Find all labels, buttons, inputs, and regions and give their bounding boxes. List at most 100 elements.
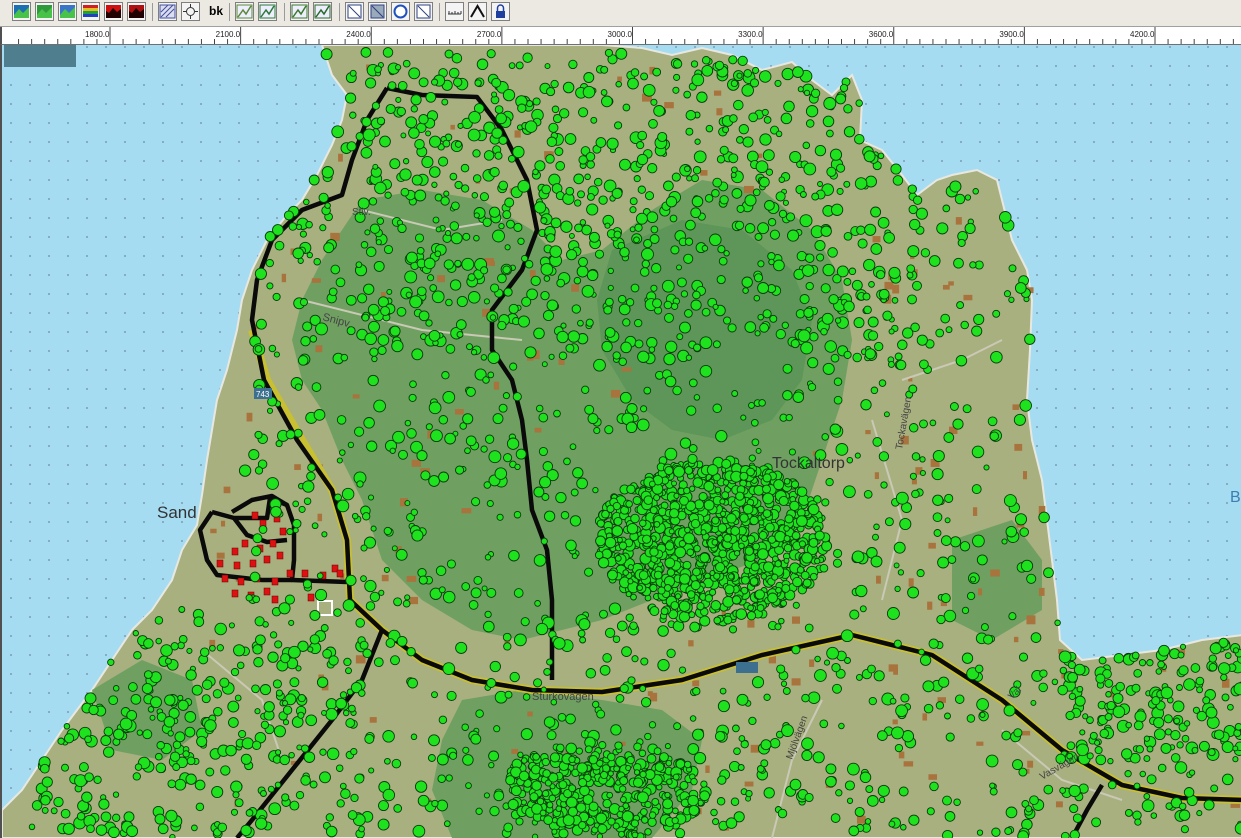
tree-marker [577, 319, 584, 327]
layer-landscape-icon[interactable] [12, 2, 31, 21]
tree-marker [762, 492, 774, 505]
tree-marker [468, 600, 479, 610]
tree-marker [245, 809, 254, 817]
frame-icon[interactable] [345, 2, 364, 21]
map-view[interactable]: Sand Tockaltorp Sturkovägen Snipv. Stiv.… [0, 45, 1241, 838]
tree-marker [976, 829, 984, 836]
tree-marker [757, 222, 770, 235]
sun-icon[interactable] [181, 2, 200, 21]
tree-marker [820, 327, 828, 336]
tree-marker [783, 100, 795, 113]
tree-marker [746, 150, 759, 163]
lock-icon[interactable] [491, 2, 510, 21]
tree-marker [268, 344, 277, 353]
fill-frame-icon[interactable] [368, 2, 387, 21]
tree-marker [1208, 654, 1217, 663]
tree-marker [696, 91, 708, 103]
tree-marker [719, 687, 727, 695]
tree-marker [431, 691, 438, 699]
diagonal-edit-icon[interactable] [313, 2, 332, 21]
tree-marker [758, 399, 766, 407]
tree-marker [653, 105, 665, 117]
circle-select-icon[interactable] [391, 2, 410, 21]
tree-marker [467, 291, 481, 304]
tree-marker [700, 780, 708, 788]
tree-marker [462, 413, 474, 425]
tree-marker [683, 486, 691, 495]
tree-marker [1146, 745, 1154, 753]
tree-marker [93, 775, 102, 784]
tree-marker [864, 818, 872, 825]
layer-hills-icon[interactable] [58, 2, 77, 21]
tree-marker [479, 192, 489, 202]
building [1014, 443, 1023, 451]
building [527, 711, 533, 717]
tree-marker [632, 496, 642, 505]
tree-marker [234, 694, 242, 702]
tree-marker [601, 340, 613, 353]
dot-grid-icon[interactable] [414, 2, 433, 21]
tree-marker [154, 752, 163, 761]
tree-marker [408, 127, 420, 139]
fire-red-icon[interactable] [104, 2, 123, 21]
tree-marker [754, 589, 765, 600]
toolbar-button-bk-text[interactable]: bk [204, 2, 228, 21]
tree-marker [299, 230, 307, 238]
tree-marker [1213, 729, 1225, 740]
building [791, 616, 800, 624]
tree-marker [972, 534, 985, 548]
color-ramp-icon[interactable] [81, 2, 100, 21]
tree-marker [823, 659, 831, 666]
tree-marker [932, 512, 943, 523]
tree-marker [733, 747, 741, 756]
tree-marker [399, 168, 412, 181]
tree-marker [646, 211, 659, 224]
tree-marker [493, 725, 501, 733]
layer-terrain-icon[interactable] [35, 2, 54, 21]
tree-marker [751, 676, 765, 689]
tree-marker [172, 763, 181, 772]
image-layer-icon[interactable] [258, 2, 277, 21]
tree-marker [217, 822, 228, 833]
tree-marker [488, 750, 500, 762]
tree-marker [576, 477, 588, 490]
tree-marker [612, 635, 621, 643]
tree-marker [319, 748, 327, 756]
tree-marker [163, 716, 176, 728]
tree-marker [699, 336, 713, 350]
tree-marker [712, 340, 721, 349]
tree-marker [787, 229, 800, 242]
fire-dark-icon[interactable] [127, 2, 146, 21]
tree-marker [57, 737, 65, 745]
tree-marker [639, 267, 650, 277]
tree-marker [673, 73, 681, 81]
tree-marker [783, 543, 793, 553]
tree-marker [969, 576, 977, 583]
building [220, 520, 226, 527]
tree-marker [558, 351, 568, 361]
tree-marker [350, 793, 359, 803]
ruler-icon[interactable] [445, 2, 464, 21]
tree-marker [829, 423, 841, 435]
tree-marker [293, 428, 303, 438]
tree-marker [678, 666, 687, 674]
hatch-pattern-icon[interactable] [158, 2, 177, 21]
tree-marker [942, 829, 954, 838]
tree-marker [740, 575, 750, 585]
chart-icon[interactable] [290, 2, 309, 21]
tree-marker [747, 604, 754, 612]
tree-marker [733, 99, 744, 111]
angle-icon[interactable] [468, 2, 487, 21]
tree-marker [923, 703, 934, 714]
tree-marker [532, 752, 540, 761]
tree-marker [365, 601, 376, 611]
tree-marker [524, 346, 537, 359]
tree-marker [1001, 538, 1008, 545]
select-region-icon[interactable] [235, 2, 254, 21]
tree-marker [1004, 827, 1013, 836]
tree-marker [835, 443, 849, 456]
tree-marker [383, 566, 390, 573]
tree-marker [1203, 799, 1215, 811]
tree-marker [177, 641, 185, 650]
tree-marker [676, 264, 682, 271]
